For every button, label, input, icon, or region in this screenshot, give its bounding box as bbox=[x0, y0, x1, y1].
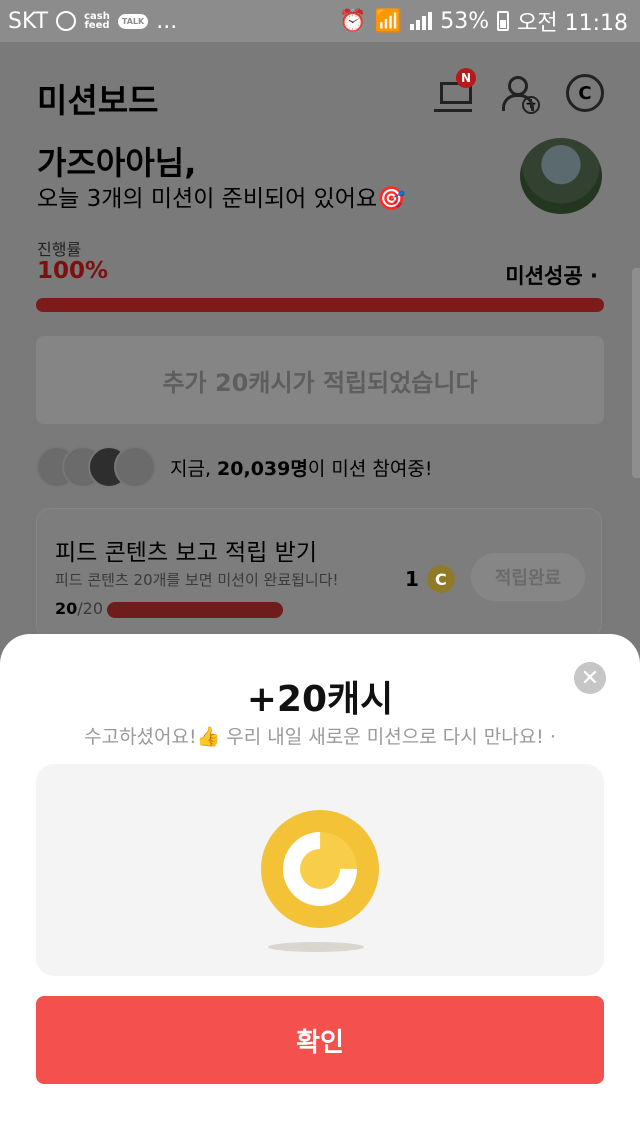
kakaotalk-icon: TALK bbox=[117, 13, 149, 29]
cart-icon[interactable]: N bbox=[434, 68, 476, 112]
coin-shadow bbox=[268, 942, 364, 952]
scrollbar[interactable] bbox=[632, 268, 640, 478]
page-title: 미션보드 bbox=[37, 81, 159, 120]
greeting-name: 가즈아아님, bbox=[37, 144, 197, 182]
reward-bottom-sheet: ✕ +20캐시 수고하셨어요!👍 우리 내일 새로운 미션으로 다시 만나요! … bbox=[0, 634, 640, 1138]
mission-reward: 1 C bbox=[405, 565, 455, 593]
participants-row: 지금, 20,039명이 미션 참여중! bbox=[36, 446, 432, 488]
add-friend-icon[interactable]: + bbox=[500, 74, 540, 114]
participants-prefix: 지금, bbox=[170, 457, 218, 480]
mission-card[interactable]: 피드 콘텐츠 보고 적립 받기 피드 콘텐츠 20개를 보면 미션이 완료됩니다… bbox=[36, 508, 602, 638]
coin-icon bbox=[261, 810, 379, 928]
mission-description: 피드 콘텐츠 20개를 보면 미션이 완료됩니다! bbox=[55, 571, 339, 589]
mission-count: 20/20 bbox=[55, 599, 103, 618]
cart-badge: N bbox=[456, 68, 476, 88]
progress-label: 진행률 bbox=[37, 240, 82, 259]
mission-count-total: /20 bbox=[77, 599, 104, 618]
wifi-icon: 📶 bbox=[374, 8, 403, 34]
mission-title: 피드 콘텐츠 보고 적립 받기 bbox=[55, 540, 318, 566]
status-bar: SKT cash feed TALK ... ⏰ 📶 53% 오전 11:18 bbox=[0, 0, 640, 42]
avatar[interactable] bbox=[520, 138, 602, 214]
participants-text: 지금, 20,039명이 미션 참여중! bbox=[170, 454, 432, 481]
clock: 오전 11:18 bbox=[517, 11, 628, 36]
participant-avatar bbox=[114, 446, 156, 488]
claim-complete-button[interactable]: 적립완료 bbox=[471, 553, 585, 601]
reward-subtitle: 수고하셨어요!👍 우리 내일 새로운 미션으로 다시 만나요! · bbox=[84, 726, 556, 748]
cashfeed-icon: cash feed bbox=[84, 11, 110, 31]
mission-status: 미션성공 · bbox=[505, 264, 598, 288]
header-actions: N + C bbox=[434, 68, 604, 114]
mission-count-done: 20 bbox=[55, 599, 78, 618]
participants-suffix: 이 미션 참여중! bbox=[307, 457, 433, 480]
more-notifications: ... bbox=[156, 8, 178, 34]
progress-value: 100% bbox=[37, 258, 109, 284]
reward-title: +20캐시 bbox=[246, 679, 394, 720]
coin-c-mark bbox=[267, 816, 373, 922]
reward-amount: 1 bbox=[405, 567, 419, 591]
mission-progress-bar bbox=[107, 602, 283, 618]
battery-icon bbox=[497, 11, 510, 31]
signal-icon bbox=[410, 12, 433, 30]
coin-illustration-box bbox=[36, 764, 604, 976]
plus-icon: + bbox=[522, 96, 540, 114]
progress-bar bbox=[36, 298, 604, 312]
battery-percent: 53% bbox=[440, 8, 490, 34]
carrier-label: SKT bbox=[8, 8, 49, 34]
confirm-button[interactable]: 확인 bbox=[36, 996, 604, 1084]
coin-icon: C bbox=[426, 565, 455, 593]
greeting-message: 오늘 3개의 미션이 준비되어 있어요🎯 bbox=[37, 186, 406, 212]
alarm-icon: ⏰ bbox=[339, 8, 367, 34]
account-icon bbox=[56, 11, 77, 31]
bonus-banner: 추가 20캐시가 적립되었습니다 bbox=[36, 336, 604, 424]
participants-count: 20,039명 bbox=[217, 457, 308, 480]
cash-icon[interactable]: C bbox=[566, 74, 604, 112]
